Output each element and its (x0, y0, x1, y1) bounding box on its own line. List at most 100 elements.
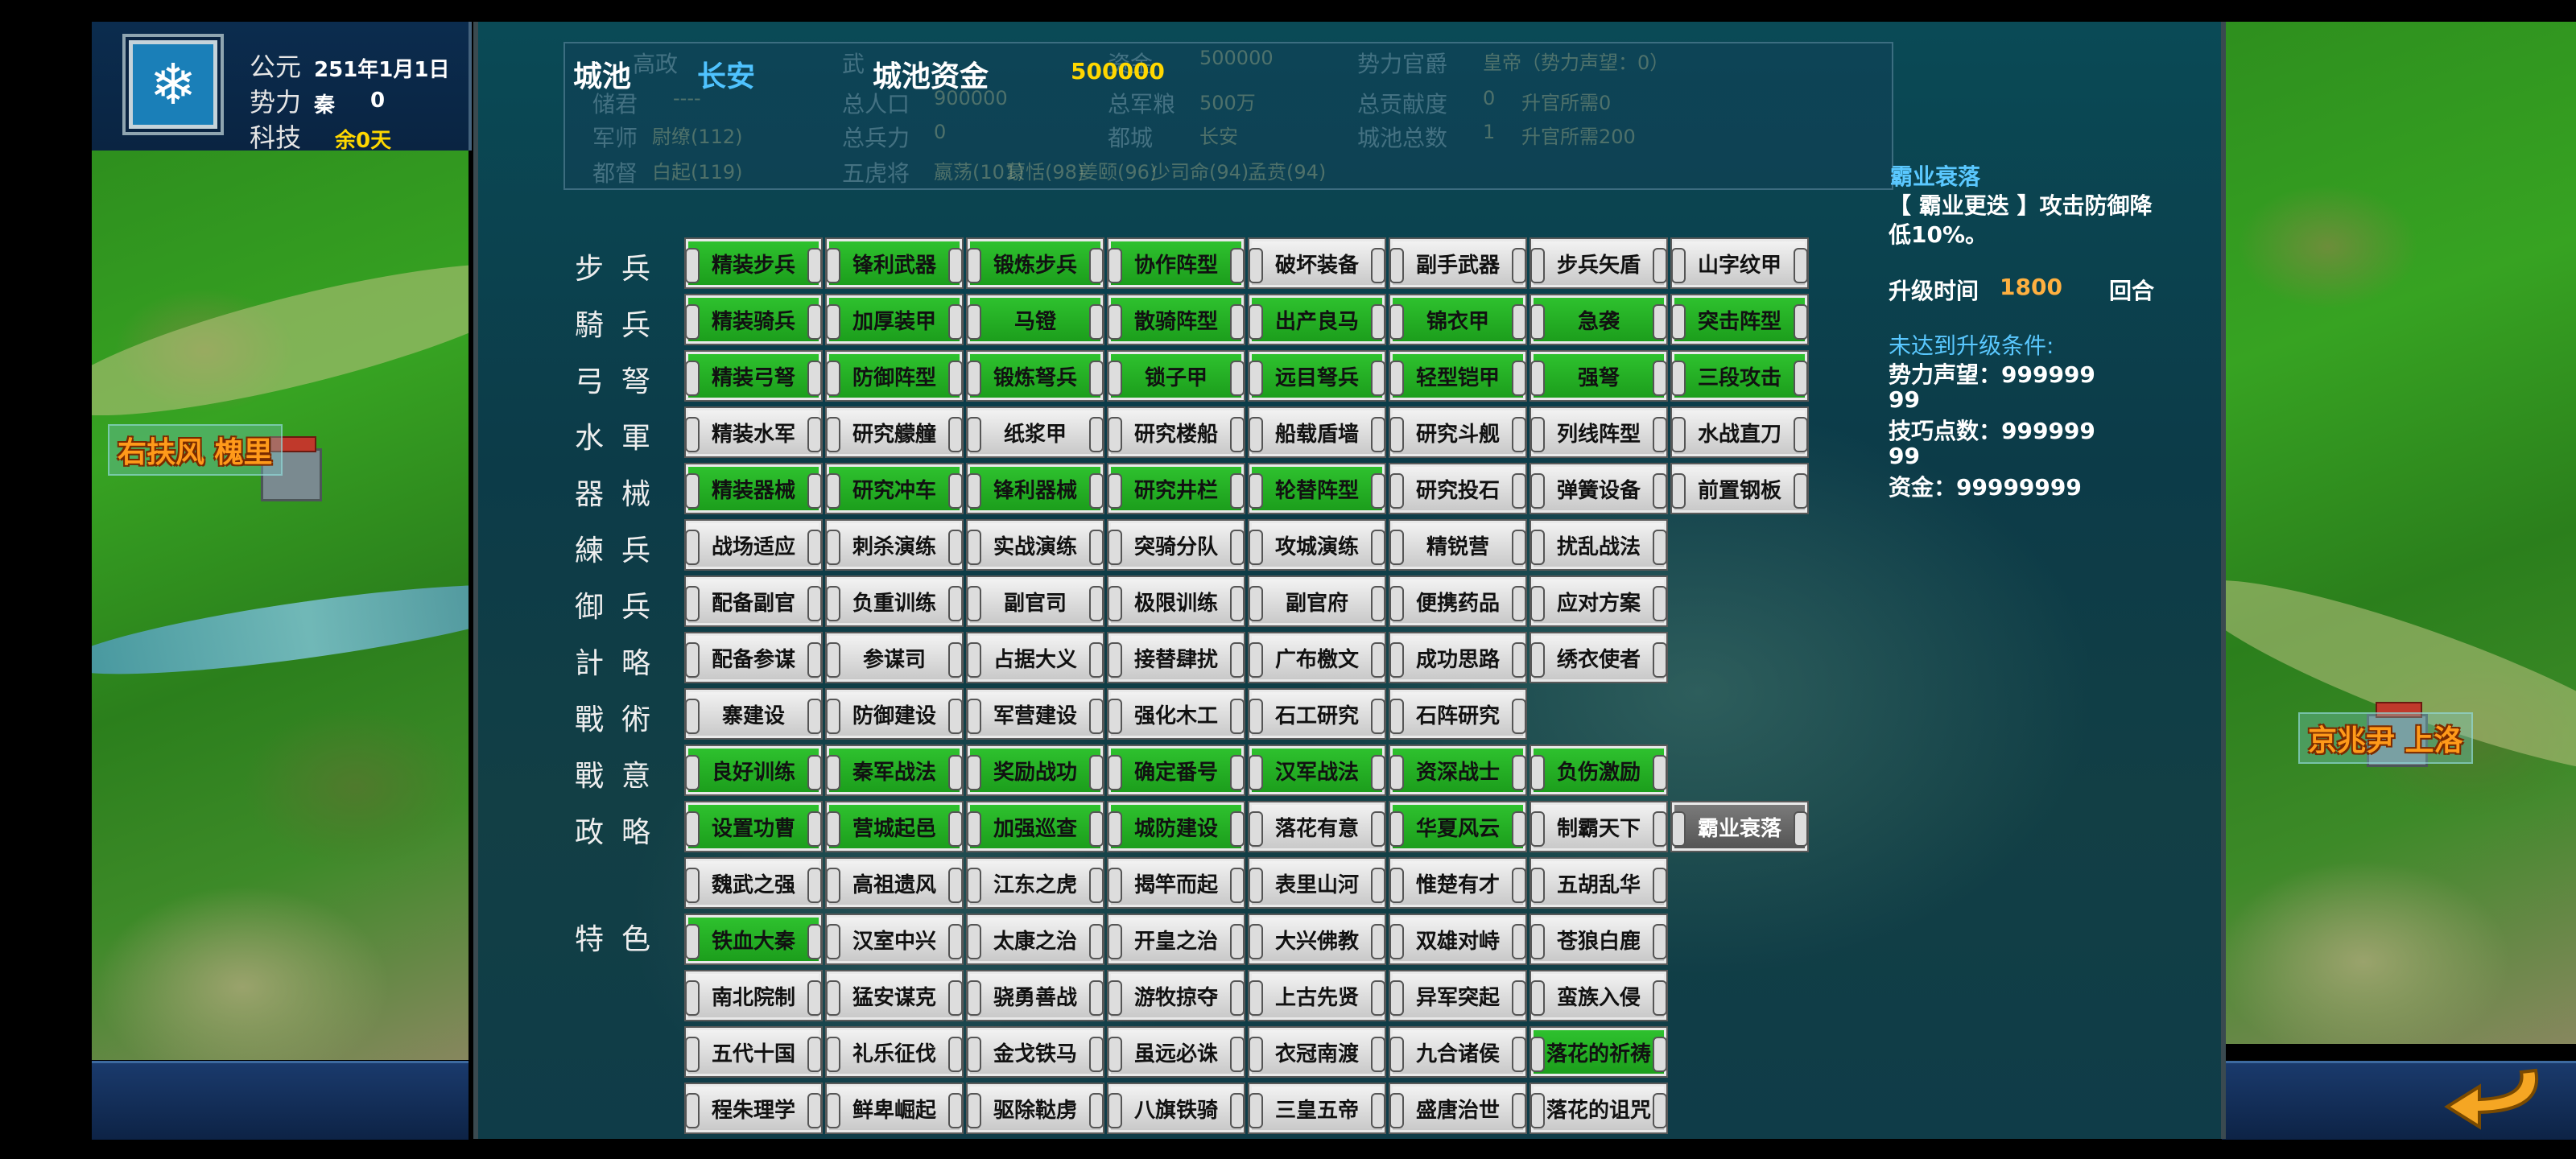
tech-button-3-6[interactable]: 列线阵型 (1530, 406, 1668, 458)
tech-button-1-4[interactable]: 出产良马 (1248, 294, 1386, 345)
tech-button-5-4[interactable]: 攻城演练 (1248, 519, 1386, 571)
tech-button-11-4[interactable]: 表里山河 (1248, 857, 1386, 909)
tech-button-4-2[interactable]: 锋利器械 (966, 463, 1104, 514)
tech-button-2-0[interactable]: 精装弓弩 (684, 350, 823, 402)
tech-button-9-6[interactable]: 负伤激励 (1530, 744, 1668, 796)
tech-button-10-5[interactable]: 华夏风云 (1389, 801, 1527, 852)
tech-button-1-2[interactable]: 马镫 (966, 294, 1104, 345)
tech-button-8-2[interactable]: 军营建设 (966, 688, 1104, 740)
tech-button-11-6[interactable]: 五胡乱华 (1530, 857, 1668, 909)
tech-button-13-1[interactable]: 猛安谋克 (825, 970, 964, 1021)
tech-button-0-0[interactable]: 精装步兵 (684, 237, 823, 289)
tech-button-9-1[interactable]: 秦军战法 (825, 744, 964, 796)
tech-button-7-3[interactable]: 接替肆扰 (1107, 632, 1245, 683)
tech-button-8-4[interactable]: 石工研究 (1248, 688, 1386, 740)
tech-button-13-4[interactable]: 上古先贤 (1248, 970, 1386, 1021)
tech-button-3-5[interactable]: 研究斗舰 (1389, 406, 1527, 458)
tech-button-5-3[interactable]: 突骑分队 (1107, 519, 1245, 571)
tech-button-13-5[interactable]: 异军突起 (1389, 970, 1527, 1021)
tech-button-6-0[interactable]: 配备副官 (684, 575, 823, 627)
tech-button-1-5[interactable]: 锦衣甲 (1389, 294, 1527, 345)
tech-button-10-3[interactable]: 城防建设 (1107, 801, 1245, 852)
tech-button-0-4[interactable]: 破坏装备 (1248, 237, 1386, 289)
tech-button-3-0[interactable]: 精装水军 (684, 406, 823, 458)
tech-button-9-5[interactable]: 资深战士 (1389, 744, 1527, 796)
city-name[interactable]: 长安 (697, 53, 755, 95)
tech-button-14-6[interactable]: 落花的祈祷 (1530, 1026, 1668, 1078)
tech-button-14-3[interactable]: 虽远必诛 (1107, 1026, 1245, 1078)
tech-button-6-2[interactable]: 副官司 (966, 575, 1104, 627)
tech-button-5-2[interactable]: 实战演练 (966, 519, 1104, 571)
tech-button-1-3[interactable]: 散骑阵型 (1107, 294, 1245, 345)
tech-button-13-6[interactable]: 蛮族入侵 (1530, 970, 1668, 1021)
tech-button-3-3[interactable]: 研究楼船 (1107, 406, 1245, 458)
tech-button-4-5[interactable]: 研究投石 (1389, 463, 1527, 514)
tech-button-2-5[interactable]: 轻型铠甲 (1389, 350, 1527, 402)
tech-button-14-1[interactable]: 礼乐征伐 (825, 1026, 964, 1078)
tech-button-1-6[interactable]: 急袭 (1530, 294, 1668, 345)
tech-button-15-6[interactable]: 落花的诅咒 (1530, 1083, 1668, 1134)
tech-button-4-6[interactable]: 弹簧设备 (1530, 463, 1668, 514)
tech-button-7-5[interactable]: 成功思路 (1389, 632, 1527, 683)
tech-button-14-2[interactable]: 金戈铁马 (966, 1026, 1104, 1078)
tech-button-1-1[interactable]: 加厚装甲 (825, 294, 964, 345)
tech-button-15-3[interactable]: 八旗铁骑 (1107, 1083, 1245, 1134)
tech-button-7-6[interactable]: 绣衣使者 (1530, 632, 1668, 683)
tech-button-15-4[interactable]: 三皇五帝 (1248, 1083, 1386, 1134)
tech-button-0-1[interactable]: 锋利武器 (825, 237, 964, 289)
tech-button-15-5[interactable]: 盛唐治世 (1389, 1083, 1527, 1134)
tech-button-15-2[interactable]: 驱除鞑虏 (966, 1083, 1104, 1134)
tech-button-3-7[interactable]: 水战直刀 (1670, 406, 1809, 458)
tech-button-14-0[interactable]: 五代十国 (684, 1026, 823, 1078)
tech-button-11-1[interactable]: 高祖遗风 (825, 857, 964, 909)
tech-button-0-6[interactable]: 步兵矢盾 (1530, 237, 1668, 289)
tech-button-11-3[interactable]: 揭竿而起 (1107, 857, 1245, 909)
tech-button-9-2[interactable]: 奖励战功 (966, 744, 1104, 796)
snowflake-emblem-icon[interactable]: ❄ (129, 40, 217, 129)
tech-button-5-0[interactable]: 战场适应 (684, 519, 823, 571)
tech-button-4-3[interactable]: 研究井栏 (1107, 463, 1245, 514)
tech-button-2-7[interactable]: 三段攻击 (1670, 350, 1809, 402)
tech-button-2-6[interactable]: 强弩 (1530, 350, 1668, 402)
tech-button-8-0[interactable]: 寨建设 (684, 688, 823, 740)
tech-button-6-6[interactable]: 应对方案 (1530, 575, 1668, 627)
tech-button-13-2[interactable]: 骁勇善战 (966, 970, 1104, 1021)
tech-button-2-4[interactable]: 远目弩兵 (1248, 350, 1386, 402)
tech-button-6-5[interactable]: 便携药品 (1389, 575, 1527, 627)
tech-button-11-5[interactable]: 惟楚有才 (1389, 857, 1527, 909)
tech-button-5-5[interactable]: 精锐营 (1389, 519, 1527, 571)
right-city-label[interactable]: 京兆尹 上洛 (2298, 712, 2473, 764)
tech-button-0-7[interactable]: 山字纹甲 (1670, 237, 1809, 289)
tech-button-0-5[interactable]: 副手武器 (1389, 237, 1527, 289)
tech-button-6-4[interactable]: 副官府 (1248, 575, 1386, 627)
tech-button-12-6[interactable]: 苍狼白鹿 (1530, 914, 1668, 965)
back-arrow-icon[interactable] (2431, 1062, 2552, 1135)
tech-button-12-1[interactable]: 汉室中兴 (825, 914, 964, 965)
tech-button-13-0[interactable]: 南北院制 (684, 970, 823, 1021)
tech-button-13-3[interactable]: 游牧掠夺 (1107, 970, 1245, 1021)
tech-button-3-2[interactable]: 纸浆甲 (966, 406, 1104, 458)
tech-button-12-4[interactable]: 大兴佛教 (1248, 914, 1386, 965)
tech-button-1-0[interactable]: 精装骑兵 (684, 294, 823, 345)
tech-button-4-4[interactable]: 轮替阵型 (1248, 463, 1386, 514)
tech-button-5-1[interactable]: 刺杀演练 (825, 519, 964, 571)
tech-button-10-2[interactable]: 加强巡查 (966, 801, 1104, 852)
tech-button-10-7[interactable]: 霸业衰落 (1670, 801, 1809, 852)
tech-button-10-0[interactable]: 设置功曹 (684, 801, 823, 852)
tech-button-4-1[interactable]: 研究冲车 (825, 463, 964, 514)
tech-button-7-1[interactable]: 参谋司 (825, 632, 964, 683)
tech-button-15-1[interactable]: 鲜卑崛起 (825, 1083, 964, 1134)
tech-button-8-3[interactable]: 强化木工 (1107, 688, 1245, 740)
tech-button-10-6[interactable]: 制霸天下 (1530, 801, 1668, 852)
tech-button-12-2[interactable]: 太康之治 (966, 914, 1104, 965)
tech-button-12-5[interactable]: 双雄对峙 (1389, 914, 1527, 965)
tech-button-9-4[interactable]: 汉军战法 (1248, 744, 1386, 796)
tech-button-10-4[interactable]: 落花有意 (1248, 801, 1386, 852)
tech-button-0-3[interactable]: 协作阵型 (1107, 237, 1245, 289)
tech-button-2-2[interactable]: 锻炼弩兵 (966, 350, 1104, 402)
tech-button-4-7[interactable]: 前置钢板 (1670, 463, 1809, 514)
tech-button-7-4[interactable]: 广布檄文 (1248, 632, 1386, 683)
tech-button-14-5[interactable]: 九合诸侯 (1389, 1026, 1527, 1078)
tech-button-8-5[interactable]: 石阵研究 (1389, 688, 1527, 740)
tech-button-10-1[interactable]: 营城起邑 (825, 801, 964, 852)
